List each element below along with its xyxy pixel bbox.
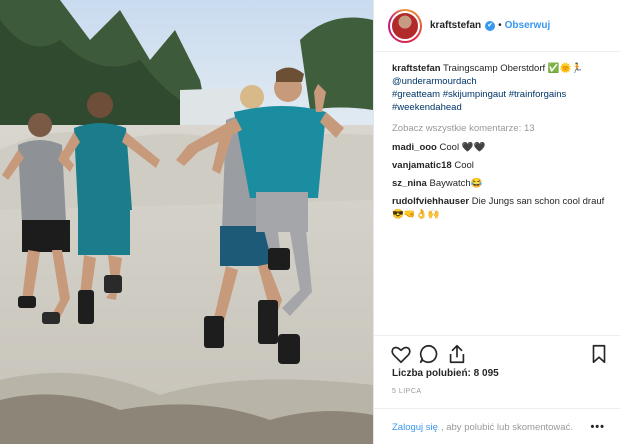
- hashtag[interactable]: #greatteam: [392, 89, 440, 100]
- comment-item: madi_ooo Cool 🖤🖤: [392, 141, 612, 154]
- follow-button[interactable]: Obserwuj: [505, 20, 551, 31]
- post-details-panel: kraftstefan ✔ • Obserwuj kraftstefan Tra…: [373, 0, 620, 444]
- post-actions: Liczba polubień: 8 095 5 LIPCA Zaloguj s…: [374, 335, 620, 444]
- share-icon[interactable]: [446, 343, 468, 365]
- post-header: kraftstefan ✔ • Obserwuj: [374, 0, 620, 52]
- login-prompt-text: , aby polubić lub skomentować.: [440, 421, 573, 433]
- avatar-image: [390, 10, 420, 41]
- caption-text: Traingscamp Oberstdorf ✅🌞🏃: [443, 63, 584, 74]
- comment-item: rudolfviehhauser Die Jungs san schon coo…: [392, 195, 612, 221]
- comment-username[interactable]: madi_ooo: [392, 142, 437, 153]
- verified-badge-icon: ✔: [485, 20, 496, 31]
- comment-icon[interactable]: [418, 343, 440, 365]
- more-options-icon[interactable]: •••: [590, 421, 605, 433]
- comment-text: Cool: [454, 160, 474, 171]
- login-link[interactable]: Zaloguj się: [392, 422, 438, 433]
- comment-username[interactable]: sz_nina: [392, 178, 427, 189]
- hashtag[interactable]: #skijumpingaut: [443, 89, 506, 100]
- view-all-comments-link[interactable]: Zobacz wszystkie komentarze: 13: [392, 122, 612, 135]
- heart-icon[interactable]: [390, 343, 412, 365]
- hashtag[interactable]: #trainforgains: [509, 89, 567, 100]
- comment-item: sz_nina Baywatch😂: [392, 177, 612, 190]
- action-icons: [390, 343, 610, 365]
- comment-text: Baywatch😂: [429, 178, 483, 189]
- author-username[interactable]: kraftstefan: [430, 20, 481, 31]
- athletes-jumping-photo: [0, 0, 373, 444]
- post-date: 5 LIPCA: [392, 388, 422, 395]
- comment-text: Cool 🖤🖤: [439, 142, 486, 153]
- comment-username[interactable]: rudolfviehhauser: [392, 196, 469, 207]
- comments-section: kraftstefan Traingscamp Oberstdorf ✅🌞🏃 @…: [392, 62, 612, 226]
- post-caption: kraftstefan Traingscamp Oberstdorf ✅🌞🏃 @…: [392, 62, 612, 114]
- post-photo: [0, 0, 373, 444]
- bookmark-icon[interactable]: [588, 343, 610, 365]
- caption-username[interactable]: kraftstefan: [392, 63, 441, 74]
- author-avatar[interactable]: [388, 8, 422, 43]
- header-separator: •: [498, 20, 502, 31]
- caption-mention[interactable]: @underarmourdach: [392, 76, 477, 87]
- login-prompt: Zaloguj się , aby polubić lub skomentowa…: [374, 408, 620, 444]
- likes-count[interactable]: Liczba polubień: 8 095: [392, 368, 499, 379]
- comment-username[interactable]: vanjamatic18: [392, 160, 452, 171]
- comment-item: vanjamatic18 Cool: [392, 159, 612, 172]
- hashtag[interactable]: #weekendahead: [392, 102, 462, 113]
